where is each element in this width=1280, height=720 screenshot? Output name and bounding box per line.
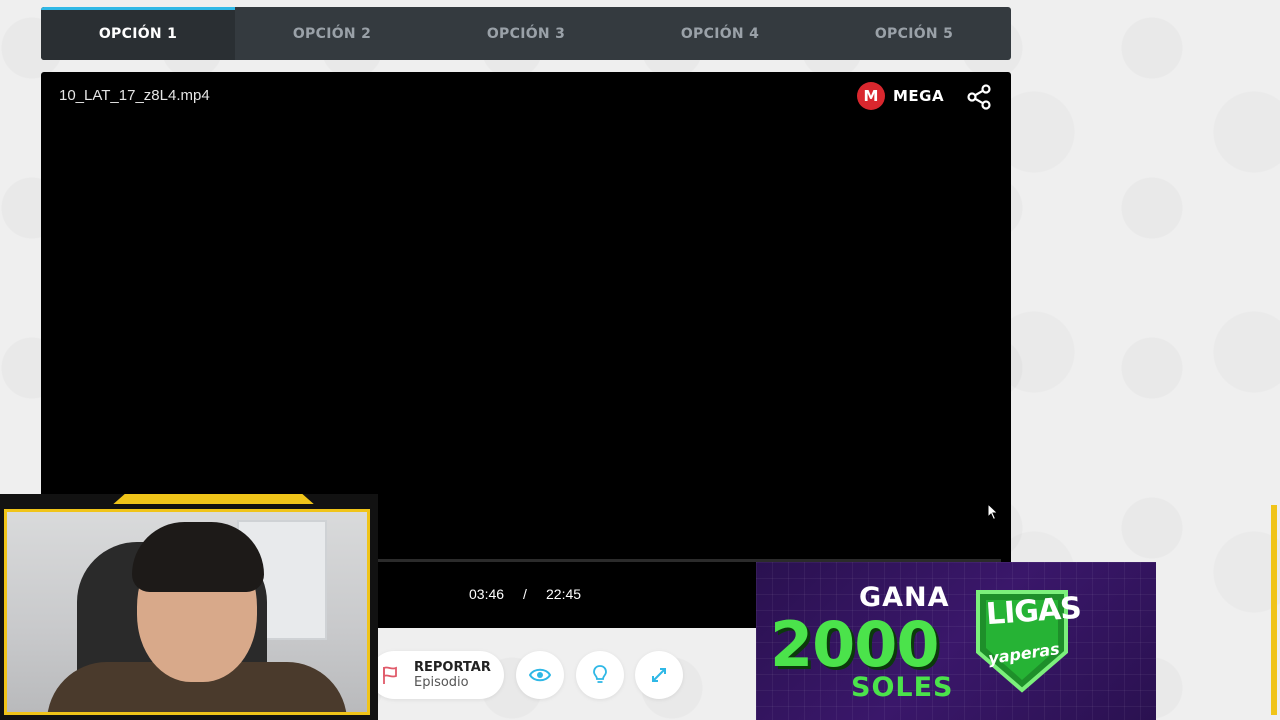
tab-option-3[interactable]: OPCIÓN 3 xyxy=(429,7,623,60)
tab-option-1[interactable]: OPCIÓN 1 xyxy=(41,7,235,60)
flag-icon xyxy=(383,666,397,684)
ad-logo-text: LIGAS xyxy=(984,590,1082,633)
report-subtitle: Episodio xyxy=(414,675,469,690)
tab-option-4[interactable]: OPCIÓN 4 xyxy=(623,7,817,60)
eye-icon xyxy=(529,668,551,682)
ad-currency: SOLES xyxy=(851,672,954,703)
light-toggle-button[interactable] xyxy=(576,651,624,699)
mega-logo[interactable]: M MEGA xyxy=(857,82,944,110)
mega-logo-icon: M xyxy=(857,82,885,110)
video-filename: 10_LAT_17_z8L4.mp4 xyxy=(59,87,210,104)
tab-option-2[interactable]: OPCIÓN 2 xyxy=(235,7,429,60)
expand-button[interactable] xyxy=(635,651,683,699)
tab-option-5[interactable]: OPCIÓN 5 xyxy=(817,7,1011,60)
share-icon[interactable] xyxy=(965,83,993,111)
server-option-tabs: OPCIÓN 1 OPCIÓN 2 OPCIÓN 3 OPCIÓN 4 OPCI… xyxy=(41,7,1011,60)
webcam-frame-accent xyxy=(1271,505,1277,715)
current-time: 03:46 xyxy=(469,586,505,602)
lightbulb-icon xyxy=(593,665,607,683)
ad-banner[interactable]: GANA 2000 SOLES LIGAS yaperas xyxy=(756,562,1156,720)
mega-brand-name: MEGA xyxy=(893,87,945,105)
time-separator: / xyxy=(523,586,527,602)
view-button[interactable] xyxy=(516,651,564,699)
webcam-feed xyxy=(4,509,370,715)
report-title: REPORTAR xyxy=(414,660,491,675)
ad-amount: 2000 xyxy=(770,608,940,681)
cursor-icon xyxy=(987,503,999,521)
expand-icon xyxy=(652,668,666,682)
total-duration: 22:45 xyxy=(546,586,582,602)
report-episode-button[interactable]: REPORTAR Episodio xyxy=(370,651,504,699)
